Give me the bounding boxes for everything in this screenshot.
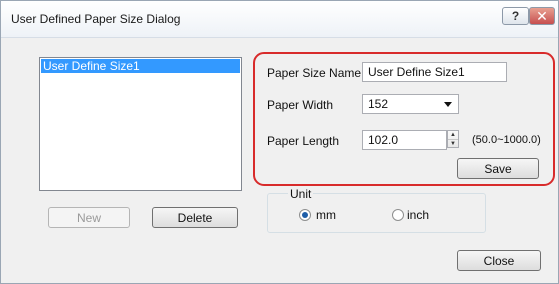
new-button-label: New (76, 210, 101, 225)
window-title: User Defined Paper Size Dialog (11, 12, 181, 26)
paper-length-input[interactable]: 102.0 (362, 130, 447, 150)
list-item-selected[interactable]: User Define Size1 (41, 59, 240, 73)
paper-size-name-input[interactable]: User Define Size1 (362, 62, 507, 82)
save-button-label: Save (484, 161, 512, 176)
help-icon: ? (511, 9, 520, 23)
paper-length-range: (50.0~1000.0) (472, 134, 541, 146)
close-button[interactable]: Close (457, 250, 541, 271)
window-close-button[interactable]: ✕ (529, 7, 555, 25)
paper-width-value: 152 (368, 97, 389, 111)
paper-width-select[interactable]: 152 (362, 94, 459, 114)
close-icon: ✕ (536, 7, 548, 24)
unit-mm-label[interactable]: mm (316, 208, 336, 222)
dialog-window: User Defined Paper Size Dialog ? ✕ User … (0, 0, 559, 284)
unit-inch-radio[interactable] (392, 209, 404, 221)
paper-width-label: Paper Width (267, 98, 334, 112)
paper-length-spinner[interactable]: ▲ ▼ (447, 130, 459, 148)
paper-length-label: Paper Length (267, 134, 340, 148)
help-button[interactable]: ? (502, 7, 529, 25)
spinner-up-icon[interactable]: ▲ (448, 131, 458, 140)
close-button-label: Close (483, 253, 515, 268)
paper-size-list[interactable]: User Define Size1 (39, 57, 242, 191)
paper-size-name-label: Paper Size Name (267, 66, 362, 80)
unit-legend: Unit (288, 187, 314, 201)
new-button[interactable]: New (48, 207, 130, 228)
delete-button[interactable]: Delete (152, 207, 238, 228)
unit-mm-radio[interactable] (299, 209, 311, 221)
spinner-down-icon[interactable]: ▼ (448, 140, 458, 148)
title-bar: User Defined Paper Size Dialog ? ✕ (1, 1, 558, 38)
unit-inch-label[interactable]: inch (407, 208, 429, 222)
delete-button-label: Delete (177, 210, 213, 225)
dropdown-arrow-icon (444, 102, 452, 107)
save-button[interactable]: Save (457, 158, 539, 179)
